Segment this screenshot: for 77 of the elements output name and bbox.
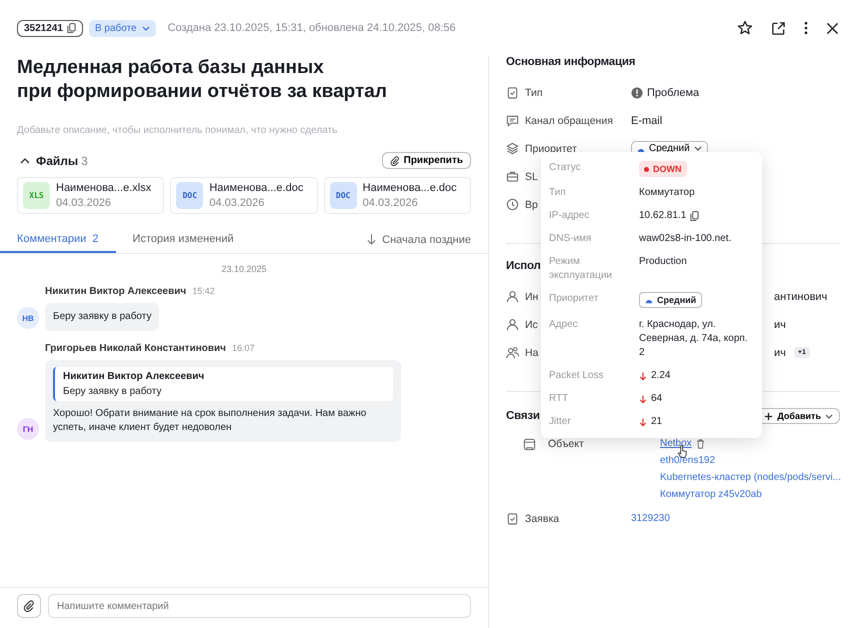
object-link[interactable]: Kubernetes-кластер (nodes/pods/servi... — [660, 472, 841, 483]
field-label: Заявка — [525, 512, 560, 524]
sort-button[interactable]: Сначала поздние — [350, 226, 488, 253]
field-label: Объект — [548, 438, 585, 450]
avatar: ГН — [17, 418, 39, 440]
file-date: 04.03.2026 — [362, 197, 419, 209]
field-label: Статус — [549, 161, 582, 175]
status-dropdown[interactable]: В работе — [88, 20, 156, 36]
file-name: Наименова...e.doc — [362, 182, 457, 194]
avatar: НВ — [17, 307, 39, 329]
field-label: DNS-имя — [549, 232, 592, 246]
metric-value: 21 — [651, 415, 662, 429]
request-link[interactable]: 3129230 — [631, 513, 670, 524]
file-card[interactable]: XLS Наименова...e.xlsx 04.03.2026 — [17, 177, 164, 214]
file-card[interactable]: DOC Наименова...e.doc 04.03.2026 — [170, 177, 318, 214]
field-value: Коммутатор — [639, 187, 695, 198]
file-type-icon: XLS — [23, 182, 50, 209]
field-value: 10.62.81.1 — [639, 209, 686, 223]
file-name: Наименова...e.doc — [209, 182, 304, 194]
field-label: Режим эксплуатации — [549, 255, 613, 283]
comment-time: 16:07 — [232, 343, 255, 353]
section-heading: Испол — [506, 260, 541, 272]
object-link[interactable]: Netbox — [660, 438, 692, 449]
field-label: SL — [525, 170, 539, 182]
date-separator: 23.10.2025 — [220, 264, 268, 274]
comment-author: Григорьев Николай Константинович — [45, 343, 226, 354]
object-link[interactable]: eth0/ens192 — [660, 455, 716, 466]
tab[interactable]: История изменений — [116, 226, 251, 253]
comment-text: Хорошо! Обрати внимание на срок выполнения задачи. Нам важно успеть, иначе клиент будет недоволен — [53, 407, 368, 435]
file-type-icon: DOC — [330, 182, 357, 209]
field-label: Тип — [549, 186, 567, 200]
metric-value: 64 — [651, 392, 662, 406]
field-value: Production — [639, 256, 687, 267]
ticket-id-badge[interactable]: 3521241 — [17, 20, 83, 36]
field-label: Вр — [525, 198, 539, 210]
section-heading: Основная информация — [506, 56, 636, 68]
ticket-meta: Создана 23.10.2025, 15:31, обновлена 24.10.2025, 08:56 — [168, 22, 456, 34]
field-label: Адрес — [549, 318, 579, 332]
field-label: Jitter — [549, 415, 572, 429]
field-value: г. Краснодар, ул. Северная, д. 74а, корп. 2 — [639, 319, 748, 358]
metric-value: 2.24 — [651, 369, 670, 383]
field-value: waw02s8-in-100.net. — [639, 233, 732, 244]
comment-time: 15:42 — [192, 286, 215, 296]
quote-author: Никитин Виктор Алексеевич — [63, 371, 206, 382]
status-badge: DOWN — [639, 161, 686, 177]
priority-badge: Средний — [639, 292, 702, 308]
files-count: 3 — [81, 154, 88, 168]
file-date: 04.03.2026 — [56, 197, 112, 209]
field-label: Packet Loss — [549, 369, 604, 383]
file-date: 04.03.2026 — [209, 197, 266, 209]
field-label: На — [525, 346, 538, 358]
tab[interactable]: Комментарии 2 — [0, 226, 116, 253]
field-label: Ис — [525, 318, 538, 330]
field-label: Тип — [525, 86, 544, 98]
field-value: E-mail — [631, 114, 662, 126]
file-name: Наименова...e.xlsx — [56, 182, 152, 194]
comment-input[interactable]: Напишите комментарий — [48, 594, 471, 618]
field-label: Канал обращения — [525, 114, 614, 126]
field-label: Ин — [525, 290, 538, 302]
file-card[interactable]: DOC Наименова...e.doc 04.03.2026 — [324, 177, 471, 214]
field-value: антинович — [774, 290, 828, 302]
attach-button[interactable]: Прикрепить — [382, 152, 471, 169]
comment-author: Никитин Виктор Алексеевич — [45, 286, 186, 297]
field-label: Приоритет — [525, 142, 578, 154]
section-heading: Связи — [506, 410, 540, 422]
field-value: ич — [774, 346, 786, 358]
files-heading: Файлы — [36, 154, 78, 168]
field-label: RTT — [549, 392, 570, 406]
field-value: ич — [774, 318, 786, 330]
comment-text: Беру заявку в работу — [53, 310, 152, 324]
field-value: Проблема — [647, 86, 700, 98]
object-link[interactable]: Коммутатор z45v20ab — [660, 489, 762, 500]
quote-text: Беру заявку в работу — [63, 386, 162, 397]
ticket-title: Медленная работа базы данных при формировании отчётов за квартал — [16, 56, 388, 104]
field-label: Приоритет — [549, 292, 600, 306]
field-label: IP-адрес — [549, 209, 590, 223]
file-type-icon: DOC — [176, 182, 204, 209]
